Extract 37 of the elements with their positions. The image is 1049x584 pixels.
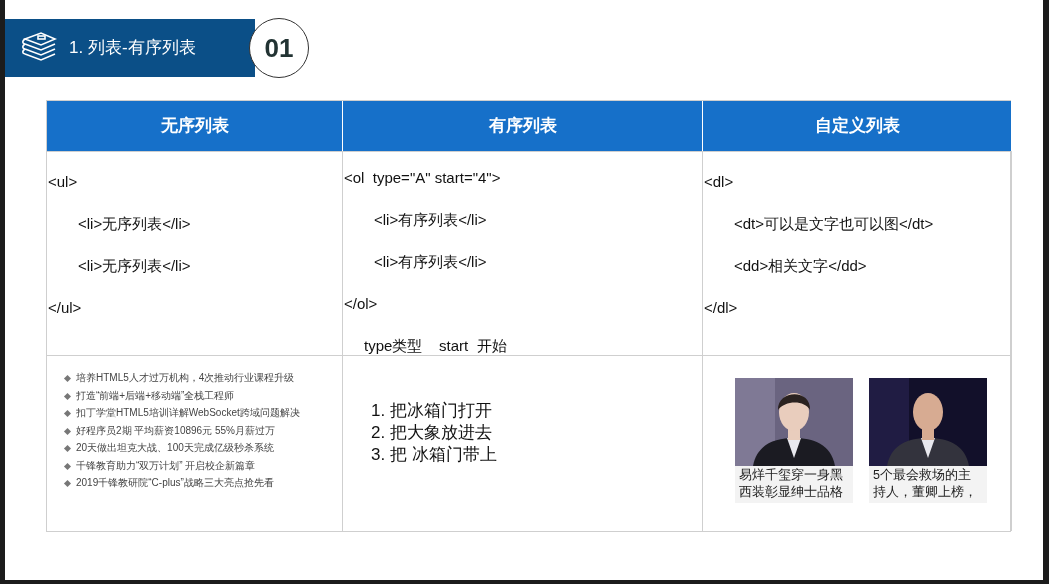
bullet-icon xyxy=(63,392,72,400)
code-line: <ul> xyxy=(48,173,78,190)
code-line: <ol type="A" start="4"> xyxy=(344,169,501,186)
news-headline: 好程序员2期 平均薪资10896元 55%月薪过万 xyxy=(76,424,275,436)
news-caption: 易烊千玺穿一身黑西装彰显绅士品格 xyxy=(738,467,844,501)
section-number: 01 xyxy=(249,18,309,78)
code-line: <li>无序列表</li> xyxy=(78,215,191,232)
bullet-icon xyxy=(63,409,72,418)
bullet-icon xyxy=(63,427,72,435)
column-header: 自定义列表 xyxy=(703,101,1012,151)
news-caption: 5个最会救场的主持人，董卿上榜， xyxy=(872,467,978,501)
code-line: <dd>相关文字</dd> xyxy=(734,257,867,274)
bullet-icon xyxy=(63,479,72,488)
bullet-icon xyxy=(63,374,72,383)
code-line: <dt>可以是文字也可以图</dt> xyxy=(734,215,934,232)
news-headline: 千锋教育助力“双万计划” 开启校企新篇章 xyxy=(76,459,256,471)
list-item: 2. 把大象放进去 xyxy=(371,423,492,442)
column-header: 无序列表 xyxy=(47,101,343,151)
code-line: </ol> xyxy=(344,295,378,312)
news-headline: 培养HTML5人才过万机构，4次推动行业课程升级 xyxy=(76,372,295,384)
code-line: <li>有序列表</li> xyxy=(374,211,487,228)
column-header: 有序列表 xyxy=(343,101,703,151)
news-headline: 扣丁学堂HTML5培训详解WebSocket跨域问题解决 xyxy=(76,407,300,419)
news-headline: 2019千锋教研院“C-plus”战略三大亮点抢先看 xyxy=(76,477,274,489)
bullet-icon xyxy=(63,444,72,453)
code-line: </dl> xyxy=(704,299,738,316)
bullet-icon xyxy=(63,462,72,470)
news-headline: 20天做出坦克大战、100天完成亿级秒杀系统 xyxy=(76,442,274,454)
slide-title: 1. 列表-有序列表 xyxy=(69,37,196,60)
code-line: </ul> xyxy=(48,299,82,316)
code-line: <dl> xyxy=(704,173,734,190)
news-headline: 打造“前端+后端+移动端”全栈工程师 xyxy=(76,389,235,401)
code-line: <li>有序列表</li> xyxy=(374,253,487,270)
list-item: 1. 把冰箱门打开 xyxy=(371,401,492,420)
note-text: type类型 start 开始 xyxy=(364,337,507,354)
code-line: <li>无序列表</li> xyxy=(78,257,191,274)
list-item: 3. 把 冰箱门带上 xyxy=(371,445,497,464)
